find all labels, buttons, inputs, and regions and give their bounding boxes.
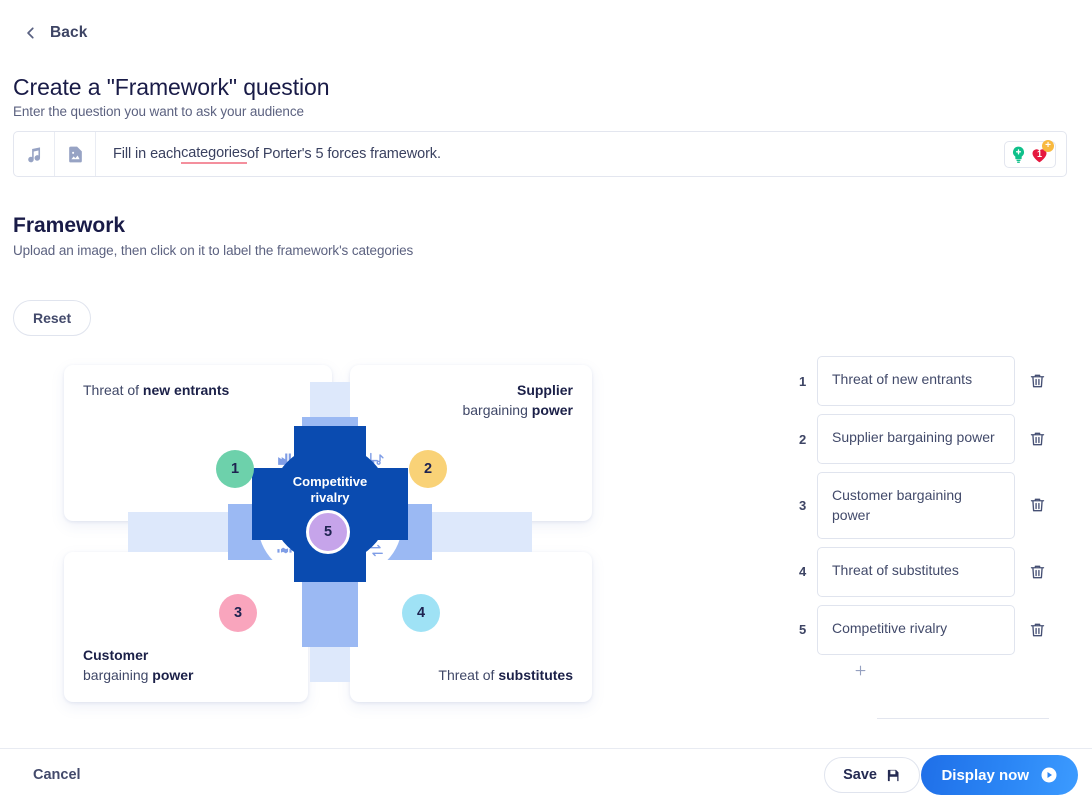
framework-diagram[interactable]: Threat of new entrants Supplier bargaini…	[60, 362, 600, 702]
answer-input-2[interactable]: Supplier bargaining power	[817, 414, 1015, 464]
delete-answer-1-button[interactable]	[1015, 372, 1059, 390]
delete-answer-3-button[interactable]	[1015, 496, 1059, 514]
answer-input-1[interactable]: Threat of new entrants	[817, 356, 1015, 406]
answer-number: 3	[799, 497, 807, 513]
question-text-after: of Porter's 5 forces framework.	[247, 146, 441, 162]
cancel-button[interactable]: Cancel	[33, 767, 81, 783]
answer-number: 1	[799, 373, 807, 389]
image-icon	[68, 146, 82, 162]
add-answer-row	[793, 663, 1073, 678]
framework-subtitle: Upload an image, then click on it to lab…	[13, 243, 414, 258]
plus-icon	[855, 665, 866, 676]
label-line2-prefix: bargaining	[83, 667, 153, 684]
play-circle-icon	[1041, 767, 1057, 783]
framework-title: Framework	[13, 214, 126, 237]
answers-list-divider	[877, 718, 1049, 719]
music-note-icon	[27, 146, 40, 162]
trash-icon	[1030, 498, 1044, 512]
question-text-before: Fill in each	[113, 146, 182, 162]
save-button[interactable]: Save	[824, 757, 920, 793]
answer-row: 3 Customer bargaining power	[793, 472, 1073, 539]
label-line1-bold: Customer	[83, 647, 149, 664]
answer-row: 4 Threat of substitutes	[793, 546, 1073, 597]
add-image-button[interactable]	[55, 132, 96, 176]
question-text-misspelled: categories	[181, 145, 247, 164]
delete-answer-4-button[interactable]	[1015, 563, 1059, 581]
question-input-bar[interactable]: Fill in each categories of Porter's 5 fo…	[13, 131, 1067, 177]
diagram-number-badge-5[interactable]: 5	[306, 510, 350, 554]
add-answer-button[interactable]	[817, 663, 1015, 678]
diagram-hub: Competitive rivalry 5	[128, 382, 532, 682]
answer-input-5[interactable]: Competitive rivalry	[817, 604, 1015, 655]
back-label: Back	[50, 24, 88, 41]
hub-core-label-line1: Competitive	[292, 474, 368, 489]
delete-answer-5-button[interactable]	[1015, 621, 1059, 639]
answer-row: 5 Competitive rivalry	[793, 604, 1073, 655]
add-audio-button[interactable]	[14, 132, 55, 176]
floppy-disk-icon	[887, 769, 899, 781]
label-bold: substitutes	[498, 667, 573, 684]
diagram-number-badge-3[interactable]: 3	[219, 594, 257, 632]
footer-bar: Cancel Save Display now	[0, 748, 1092, 801]
answer-number: 2	[799, 431, 807, 447]
answer-input-3[interactable]: Customer bargaining power	[817, 472, 1015, 539]
answers-list: 1 Threat of new entrants 2 Supplier barg…	[793, 356, 1073, 719]
page-title: Create a "Framework" question	[13, 74, 330, 100]
display-now-button[interactable]: Display now	[921, 755, 1078, 795]
label-line2-prefix: bargaining	[462, 401, 532, 418]
diagram-card-label: Customer bargaining power	[83, 646, 194, 686]
diagram-number-badge-1[interactable]: 1	[216, 450, 254, 488]
answer-number: 5	[799, 622, 807, 638]
hint-and-points-badge[interactable]: 1 +	[1004, 139, 1056, 168]
chevron-left-icon	[27, 27, 34, 39]
diagram-number-badge-2[interactable]: 2	[409, 450, 447, 488]
diagram-card-label: Threat of substitutes	[438, 666, 573, 686]
page-subtitle: Enter the question you want to ask your …	[13, 104, 304, 119]
answer-row: 2 Supplier bargaining power	[793, 414, 1073, 464]
label-line2-bold: power	[531, 401, 573, 418]
label-line2-bold: power	[152, 667, 194, 684]
reset-button[interactable]: Reset	[13, 300, 92, 336]
answer-input-4[interactable]: Threat of substitutes	[817, 546, 1015, 597]
back-button[interactable]: Back	[24, 24, 87, 42]
trash-icon	[1030, 565, 1044, 578]
answer-number: 4	[799, 564, 807, 580]
question-badges: 1 +	[1004, 132, 1066, 176]
delete-answer-2-button[interactable]	[1015, 430, 1059, 448]
hub-core-label-line2: rivalry	[310, 490, 350, 506]
points-badge: 1 +	[1029, 139, 1054, 165]
trash-icon	[1030, 432, 1044, 446]
plus-badge-icon: +	[1042, 139, 1054, 152]
diagram-number-badge-4[interactable]: 4	[402, 594, 440, 632]
save-label: Save	[843, 767, 877, 783]
lightbulb-icon	[1013, 146, 1024, 163]
answer-row: 1 Threat of new entrants	[793, 356, 1073, 406]
display-now-label: Display now	[941, 766, 1029, 784]
hub-core-label: Competitive rivalry	[270, 474, 390, 507]
trash-icon	[1030, 374, 1044, 388]
create-framework-question-page: Back Create a "Framework" question Enter…	[0, 0, 1092, 801]
label-prefix: Threat of	[83, 382, 143, 398]
label-line1-bold: Supplier	[516, 382, 573, 398]
trash-icon	[1030, 623, 1044, 636]
question-text[interactable]: Fill in each categories of Porter's 5 fo…	[96, 132, 1004, 176]
